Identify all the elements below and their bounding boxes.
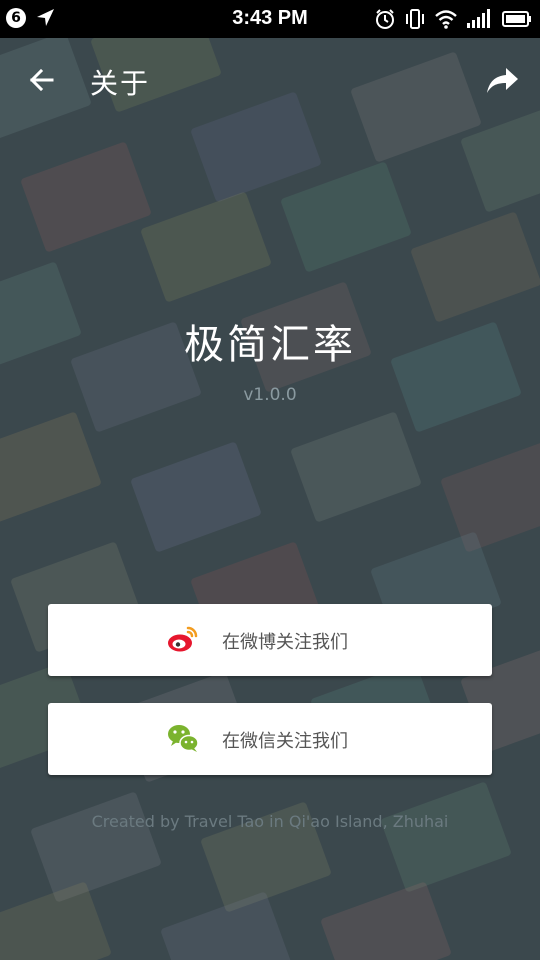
toolbar: 关于 <box>0 38 540 124</box>
vibrate-icon <box>406 9 424 29</box>
follow-weibo-label: 在微博关注我们 <box>222 632 348 653</box>
follow-wechat-button[interactable]: 在微信关注我们 <box>48 703 492 775</box>
alarm-icon <box>376 9 394 29</box>
wechat-icon <box>168 725 199 752</box>
app-name: 极简汇率 <box>184 322 356 368</box>
share-icon[interactable] <box>482 60 522 100</box>
signal-icon <box>467 9 490 28</box>
page-title: 关于 <box>90 67 151 100</box>
weibo-icon <box>168 626 198 652</box>
battery-icon <box>502 11 531 27</box>
follow-weibo-button[interactable]: 在微博关注我们 <box>48 604 492 676</box>
wifi-icon <box>435 10 457 29</box>
system-icons <box>374 7 532 31</box>
app-version: v1.0.0 <box>243 385 297 405</box>
follow-wechat-label: 在微信关注我们 <box>222 731 348 752</box>
back-arrow-icon[interactable] <box>20 58 64 102</box>
status-bar: 6 3:43 PM <box>0 0 540 38</box>
credit-text: Created by Travel Tao in Qi'ao Island, Z… <box>91 812 449 831</box>
